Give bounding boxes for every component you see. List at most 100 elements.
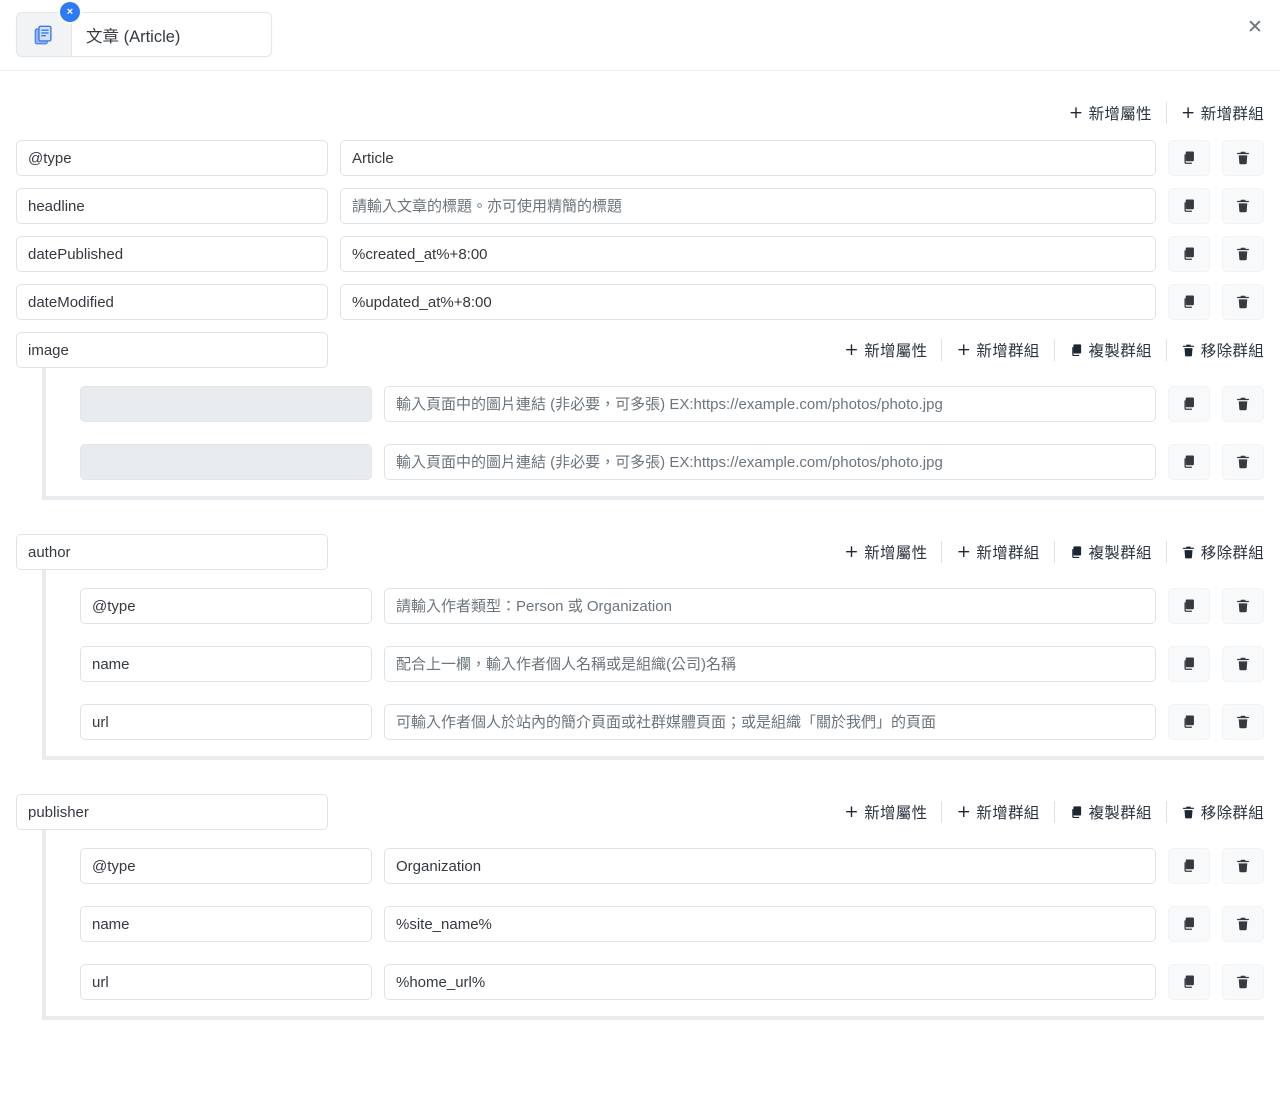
- copy-row-button[interactable]: [1168, 964, 1210, 1000]
- property-row: [80, 588, 1264, 624]
- property-key-input[interactable]: [80, 444, 372, 480]
- property-row: [80, 646, 1264, 682]
- property-key-input[interactable]: [16, 236, 328, 272]
- property-key-input[interactable]: [80, 646, 372, 682]
- delete-row-button[interactable]: [1222, 906, 1264, 942]
- property-value-input[interactable]: [340, 140, 1156, 176]
- copy-row-button[interactable]: [1168, 906, 1210, 942]
- property-row: [80, 906, 1264, 942]
- remove-group-button[interactable]: 移除群組: [1167, 801, 1264, 823]
- add-property-button[interactable]: + 新增屬性: [830, 801, 941, 823]
- property-key-input[interactable]: [80, 386, 372, 422]
- property-row: [80, 704, 1264, 740]
- plus-icon: +: [1068, 102, 1084, 123]
- property-key-input[interactable]: [80, 588, 372, 624]
- group-header: + 新增屬性 + 新增群組 複製群組: [16, 534, 1264, 570]
- duplicate-group-label: 複製群組: [1088, 545, 1152, 562]
- add-property-button[interactable]: + 新增屬性: [830, 339, 941, 361]
- add-group-button[interactable]: + 新增群組: [942, 541, 1053, 563]
- duplicate-group-button[interactable]: 複製群組: [1055, 801, 1166, 823]
- plus-icon: +: [844, 541, 859, 562]
- add-group-button[interactable]: + 新增群組: [942, 339, 1053, 361]
- duplicate-group-button[interactable]: 複製群組: [1055, 541, 1166, 563]
- copy-row-button[interactable]: [1168, 140, 1210, 176]
- schema-type-icon-box: ×: [17, 2, 80, 56]
- group-key-input[interactable]: [16, 794, 328, 830]
- close-icon[interactable]: ✕: [1240, 12, 1270, 42]
- copy-row-button[interactable]: [1168, 236, 1210, 272]
- property-key-input[interactable]: [16, 140, 328, 176]
- property-group: + 新增屬性 + 新增群組 複製群組: [16, 332, 1264, 500]
- plus-icon: +: [1181, 102, 1196, 123]
- add-group-button[interactable]: + 新增群組: [1167, 102, 1264, 124]
- copy-row-button[interactable]: [1168, 188, 1210, 224]
- add-group-label: 新增群組: [976, 545, 1040, 562]
- delete-row-button[interactable]: [1222, 848, 1264, 884]
- copy-row-button[interactable]: [1168, 386, 1210, 422]
- property-group: + 新增屬性 + 新增群組 複製群組: [16, 794, 1264, 1020]
- duplicate-group-button[interactable]: 複製群組: [1055, 339, 1166, 361]
- plus-icon: +: [844, 339, 859, 360]
- delete-row-button[interactable]: [1222, 646, 1264, 682]
- group-children: [42, 570, 1264, 760]
- editor-header: × 文章 (Article) ✕: [0, 0, 1280, 71]
- delete-row-button[interactable]: [1222, 964, 1264, 1000]
- property-value-input[interactable]: [384, 444, 1156, 480]
- copy-row-button[interactable]: [1168, 444, 1210, 480]
- delete-row-button[interactable]: [1222, 444, 1264, 480]
- delete-row-button[interactable]: [1222, 188, 1264, 224]
- add-group-label: 新增群組: [1200, 106, 1264, 123]
- copy-row-button[interactable]: [1168, 284, 1210, 320]
- property-key-input[interactable]: [80, 964, 372, 1000]
- remove-group-button[interactable]: 移除群組: [1167, 541, 1264, 563]
- delete-row-button[interactable]: [1222, 588, 1264, 624]
- property-value-input[interactable]: [340, 236, 1156, 272]
- property-key-input[interactable]: [80, 848, 372, 884]
- property-key-input[interactable]: [16, 188, 328, 224]
- property-value-input[interactable]: [384, 964, 1156, 1000]
- remove-group-label: 移除群組: [1200, 545, 1264, 562]
- duplicate-group-label: 複製群組: [1088, 805, 1152, 822]
- remove-group-label: 移除群組: [1200, 343, 1264, 360]
- delete-row-button[interactable]: [1222, 284, 1264, 320]
- delete-row-button[interactable]: [1222, 386, 1264, 422]
- property-value-input[interactable]: [384, 386, 1156, 422]
- group-key-input[interactable]: [16, 332, 328, 368]
- trash-icon: [1181, 805, 1196, 820]
- add-property-label: 新增屬性: [864, 545, 928, 562]
- property-value-input[interactable]: [340, 188, 1156, 224]
- add-property-button[interactable]: + 新增屬性: [1055, 102, 1166, 124]
- add-property-button[interactable]: + 新增屬性: [830, 541, 941, 563]
- property-value-input[interactable]: [340, 284, 1156, 320]
- property-value-input[interactable]: [384, 906, 1156, 942]
- property-value-input[interactable]: [384, 848, 1156, 884]
- property-key-input[interactable]: [80, 704, 372, 740]
- property-value-input[interactable]: [384, 646, 1156, 682]
- add-group-button[interactable]: + 新增群組: [942, 801, 1053, 823]
- remove-schema-type-badge[interactable]: ×: [60, 2, 80, 22]
- trash-icon: [1181, 545, 1196, 560]
- group-key-input[interactable]: [16, 534, 328, 570]
- duplicate-group-label: 複製群組: [1088, 343, 1152, 360]
- property-row: [80, 386, 1264, 422]
- property-key-input[interactable]: [80, 906, 372, 942]
- copy-row-button[interactable]: [1168, 588, 1210, 624]
- delete-row-button[interactable]: [1222, 140, 1264, 176]
- property-key-input[interactable]: [16, 284, 328, 320]
- copy-row-button[interactable]: [1168, 704, 1210, 740]
- group-header: + 新增屬性 + 新增群組 複製群組: [16, 794, 1264, 830]
- group-action-bar: + 新增屬性 + 新增群組 複製群組 移除群組: [340, 332, 1264, 368]
- add-property-label: 新增屬性: [864, 343, 928, 360]
- plus-icon: +: [956, 801, 972, 822]
- remove-group-button[interactable]: 移除群組: [1167, 339, 1264, 361]
- plus-icon: +: [844, 801, 859, 822]
- group-children: [42, 368, 1264, 500]
- delete-row-button[interactable]: [1222, 236, 1264, 272]
- delete-row-button[interactable]: [1222, 704, 1264, 740]
- copy-row-button[interactable]: [1168, 848, 1210, 884]
- schema-type-chip[interactable]: × 文章 (Article): [16, 2, 272, 57]
- property-value-input[interactable]: [384, 704, 1156, 740]
- property-value-input[interactable]: [384, 588, 1156, 624]
- group-action-bar: + 新增屬性 + 新增群組 複製群組 移除群組: [340, 794, 1264, 830]
- copy-row-button[interactable]: [1168, 646, 1210, 682]
